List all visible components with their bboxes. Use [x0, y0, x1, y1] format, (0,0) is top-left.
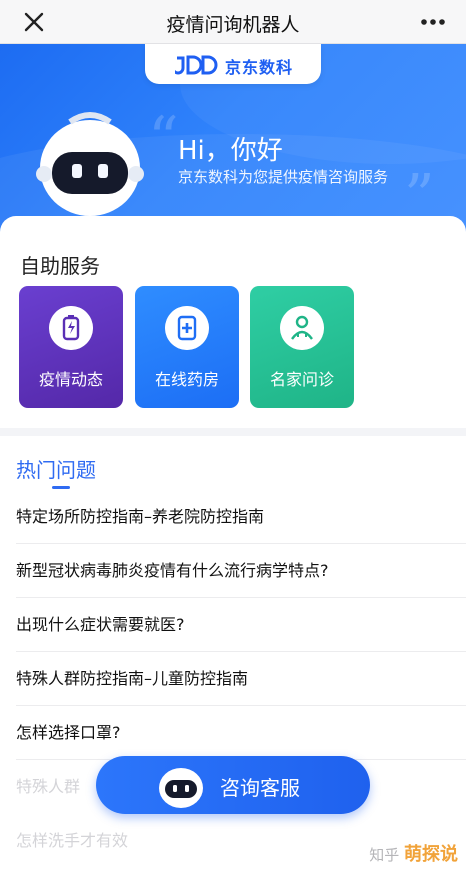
- hot-question-item[interactable]: 特定场所防控指南–养老院防控指南: [16, 490, 466, 544]
- service-label: 在线药房: [154, 370, 219, 389]
- service-epidemic-news[interactable]: 疫情动态: [19, 286, 123, 408]
- brand-name: 京东数科: [225, 58, 294, 77]
- battery-bolt-icon: [49, 306, 93, 350]
- hot-question-item[interactable]: 新型冠状病毒肺炎疫情有什么流行病学特点?: [16, 544, 466, 598]
- hot-questions-title: 热门问题: [16, 458, 96, 482]
- title-underline: [52, 486, 70, 489]
- more-icon[interactable]: [418, 10, 448, 34]
- hot-question-item[interactable]: 特殊人群防控指南–儿童防控指南: [16, 652, 466, 706]
- watermark-zhihu: 知乎: [369, 846, 400, 864]
- quote-mark-left: “: [148, 104, 179, 174]
- service-label: 疫情动态: [38, 370, 103, 389]
- self-service-title: 自助服务: [20, 254, 100, 278]
- doctor-icon: [280, 306, 324, 350]
- jdd-logo-icon: [175, 55, 218, 75]
- customer-service-label: 咨询客服: [220, 776, 300, 800]
- page-title: 疫情问询机器人: [166, 14, 300, 36]
- watermark-site: 萌探说: [404, 844, 458, 865]
- hero-greeting: Hi，你好: [178, 136, 283, 166]
- customer-service-button[interactable]: 咨询客服: [96, 756, 370, 814]
- watermark: 知乎 萌探说: [369, 840, 458, 866]
- hot-question-item[interactable]: 出现什么症状需要就医?: [16, 598, 466, 652]
- robot-mascot-icon: [159, 768, 203, 808]
- service-expert-consult[interactable]: 名家问诊: [250, 286, 354, 408]
- hero-banner: 京东数科 “ ” Hi，你好 京东数科为您提供疫情咨询服务: [0, 44, 466, 244]
- top-nav-bar: 疫情问询机器人: [0, 0, 466, 44]
- brand-logo: 京东数科: [145, 44, 321, 84]
- service-online-pharmacy[interactable]: 在线药房: [135, 286, 239, 408]
- self-service-card: 自助服务 疫情动态 在线药房 名家问诊: [0, 216, 466, 428]
- hero-subtitle: 京东数科为您提供疫情咨询服务: [178, 168, 389, 186]
- service-label: 名家问诊: [269, 370, 334, 389]
- hot-question-item[interactable]: 怎样选择口罩?: [16, 706, 466, 760]
- medical-kit-icon: [165, 306, 209, 350]
